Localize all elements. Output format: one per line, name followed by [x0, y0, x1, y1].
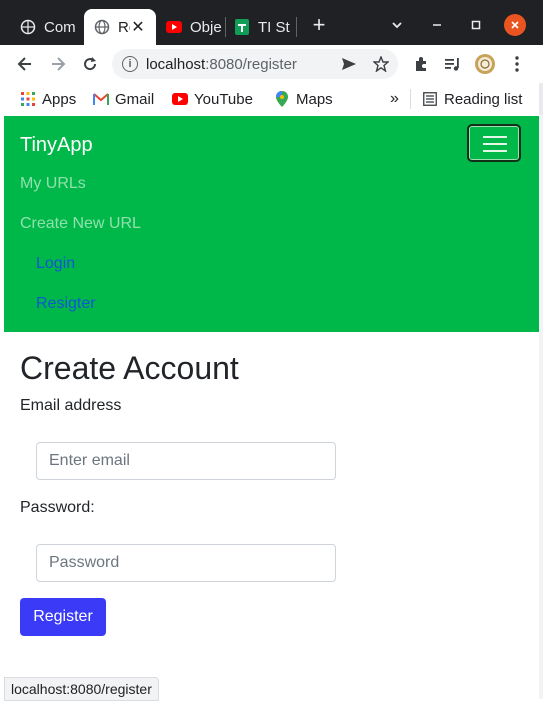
tab-separator [296, 17, 297, 37]
maximize-icon[interactable] [465, 14, 487, 36]
tab-title: Obje [190, 18, 222, 36]
nav-link-my-urls[interactable]: My URLs [20, 175, 86, 193]
hamburger-icon [483, 150, 507, 152]
hamburger-icon [483, 143, 507, 145]
reading-list-button[interactable]: Reading list [422, 88, 522, 110]
bookmark-separator [410, 89, 411, 109]
tab-3[interactable]: Obje [156, 9, 222, 45]
reading-list-label: Reading list [444, 90, 523, 108]
bookmark-gmail[interactable]: Gmail [93, 88, 154, 110]
register-form: Create Account Email address Password: R… [4, 332, 539, 677]
bookmark-youtube[interactable]: YouTube [172, 88, 253, 110]
maps-pin-icon [274, 91, 290, 107]
extensions-puzzle-icon[interactable] [408, 51, 434, 77]
youtube-icon [172, 91, 188, 107]
bookmark-apps[interactable]: Apps [20, 88, 76, 110]
background-window-edge [539, 83, 543, 115]
send-icon[interactable] [336, 51, 362, 77]
profile-avatar-icon[interactable] [472, 51, 498, 77]
site-navbar: TinyApp My URLs Create New URL Login Res… [4, 116, 539, 332]
register-button[interactable]: Register [20, 598, 106, 636]
bookmark-label: YouTube [194, 90, 253, 108]
new-tab-button[interactable]: + [308, 12, 330, 37]
tab-1[interactable]: Com [10, 9, 82, 45]
apps-grid-icon [20, 91, 36, 107]
page-title: Create Account [20, 350, 239, 386]
bookmark-label: Gmail [115, 90, 155, 108]
tab-title: TI St [258, 18, 290, 36]
email-label: Email address [20, 397, 122, 414]
browser-toolbar: i localhost:8080/register [0, 45, 543, 83]
sheets-icon [234, 19, 250, 35]
bookmarks-bar: Apps Gmail YouTube Maps » Reading list [0, 83, 543, 115]
site-info-icon[interactable]: i [122, 56, 138, 72]
status-url-bubble: localhost:8080/register [4, 677, 159, 701]
globe-icon [94, 19, 110, 35]
bookmark-star-icon[interactable] [368, 51, 394, 77]
forward-arrow-icon[interactable] [45, 51, 71, 77]
bookmark-maps[interactable]: Maps [274, 88, 333, 110]
tab-strip: Com Re ✕ Obje TI St + [0, 0, 543, 45]
hamburger-icon [483, 136, 507, 138]
tab-2-active[interactable]: Re ✕ [84, 9, 156, 45]
bookmark-label: Maps [296, 90, 333, 108]
minimize-icon[interactable] [426, 14, 448, 36]
reading-list-icon [422, 91, 438, 107]
close-tab-icon[interactable]: ✕ [130, 17, 146, 37]
nav-link-register[interactable]: Resigter [36, 295, 96, 313]
back-arrow-icon[interactable] [12, 51, 38, 77]
password-field[interactable] [36, 544, 336, 582]
nav-link-create-new-url[interactable]: Create New URL [20, 215, 141, 233]
navbar-toggler-button[interactable] [467, 124, 521, 162]
gmail-icon [93, 91, 109, 107]
brand-logo-text[interactable]: TinyApp [20, 134, 93, 157]
email-field[interactable] [36, 442, 336, 480]
tab-title: Com [44, 18, 76, 36]
scrollbar-track[interactable] [539, 115, 543, 699]
reload-icon[interactable] [77, 51, 103, 77]
tab-title: Re [118, 18, 130, 36]
bookmark-label: Apps [42, 90, 77, 108]
menu-kebab-icon[interactable] [504, 51, 530, 77]
youtube-icon [166, 19, 182, 35]
media-queue-icon[interactable] [440, 51, 466, 77]
password-label: Password: [20, 499, 95, 516]
address-url: localhost:8080/register [146, 55, 297, 73]
tab-4[interactable]: TI St [224, 9, 294, 45]
bookmarks-overflow-button[interactable]: » [390, 88, 399, 110]
tab-search-chevron-icon[interactable] [386, 14, 408, 36]
globe-icon [20, 19, 36, 35]
nav-link-login[interactable]: Login [36, 255, 75, 273]
close-window-icon[interactable] [504, 14, 526, 36]
